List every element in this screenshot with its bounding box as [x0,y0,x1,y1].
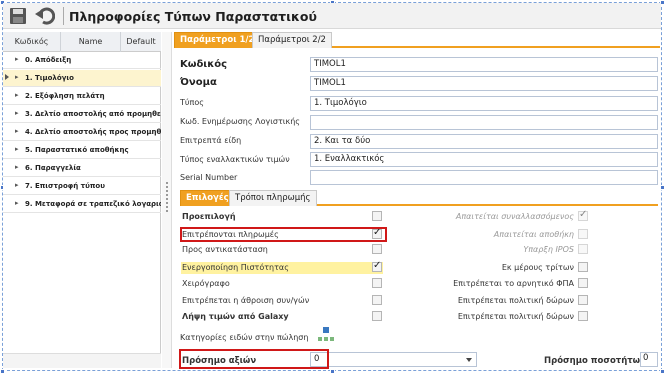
horizontal-scrollbar[interactable] [3,353,161,368]
grid-row-label: 0. Απόδειξη [25,56,72,64]
resize-handle[interactable] [660,369,665,374]
window-title: Πληροφορίες Τύπων Παραστατικού [69,9,317,24]
grid-row[interactable]: ▸ 0. Απόδειξη [3,52,161,69]
alt-price-type-field[interactable]: 1. Εναλλακτικός [310,152,658,167]
name-field[interactable]: TIMOL1 [310,76,658,91]
option-checkbox[interactable] [578,229,588,239]
option-checkbox[interactable] [578,244,588,254]
accounting-code-field[interactable] [310,115,658,130]
column-header-code[interactable]: Κωδικός [3,32,61,52]
categories-icon[interactable] [318,327,334,343]
column-header-default[interactable]: Default [121,32,161,52]
resize-handle[interactable] [660,185,665,190]
grid-row-label: 1. Τιμολόγιο [25,74,74,82]
expand-icon[interactable]: ▸ [15,163,19,171]
option-checkbox[interactable] [372,295,382,305]
grid-row[interactable]: ▸ 5. Παραστατικό αποθήκης [3,142,161,159]
option-label: Επιτρέπεται το αρνητικό ΦΠΑ [453,279,574,288]
name-label: Όνομα [180,77,217,88]
tab-parameters-1[interactable]: Παράμετροι 1/2 [174,32,261,48]
option-label: Απαιτείται συναλλασσόμενος [455,212,574,221]
highlight-box [180,227,387,242]
option-checkbox[interactable] [372,244,382,254]
option-checkbox[interactable] [372,311,382,321]
grid-row-label: 7. Επιστροφή τύπου [25,182,105,190]
grid-header: Κωδικός Name Default [3,32,161,52]
quantity-sign-value: 0 [643,353,649,363]
toolbar-separator [63,7,64,25]
expand-icon[interactable]: ▸ [15,145,19,153]
option-label: Επιτρέπεται η άθροιση συν/γών [182,296,310,305]
grid-row[interactable]: ▸ 9. Μεταφορά σε τραπεζικό λογαριασμό [3,196,161,213]
allowed-items-label: Επιτρεπτά είδη [180,136,242,145]
option-checkbox[interactable] [578,311,588,321]
option-label: Ενεργοποίηση Πιστότητας [182,263,289,272]
option-checkbox[interactable] [372,278,382,288]
option-checkbox[interactable] [578,262,588,272]
type-field[interactable]: 1. Τιμολόγιο [310,96,658,111]
alt-price-type-label: Τύπος εναλλακτικών τιμών [180,155,290,164]
code-field[interactable]: TIMOL1 [310,57,658,72]
tab-payment-methods[interactable]: Τρόποι πληρωμής [229,190,317,206]
grid-row-label: 2. Εξόφληση πελάτη [25,92,105,100]
grid-row[interactable]: ▸ 3. Δελτίο αποστολής από προμηθευτή [3,106,161,123]
grid-row-label: 6. Παραγγελία [25,164,81,172]
value-sign-dropdown[interactable]: 0 [310,352,477,367]
option-label: Επιτρέπεται πολιτική δώρων [457,312,574,321]
main-tabs: Παράμετροι 1/2 Παράμετροι 2/2 [174,32,660,48]
accounting-code-label: Κωδ. Ενημέρωσης Λογιστικής [180,117,300,126]
grid-row[interactable]: ▸ 4. Δελτίο αποστολής προς προμηθευτή [3,124,161,141]
title-bar: Πληροφορίες Τύπων Παραστατικού [3,3,661,29]
save-icon[interactable] [9,7,27,25]
grid-row-label: 9. Μεταφορά σε τραπεζικό λογαριασμό [25,200,161,208]
undo-icon[interactable] [35,7,56,25]
grid-row[interactable]: ▸ 2. Εξόφληση πελάτη [3,88,161,105]
grid-row-label: 3. Δελτίο αποστολής από προμηθευτή [25,110,161,118]
grid-row-label: 4. Δελτίο αποστολής προς προμηθευτή [25,128,161,136]
option-checkbox[interactable] [578,278,588,288]
grid-row[interactable]: ▸ 6. Παραγγελία [3,160,161,177]
option-label: Απαιτείται αποθήκη [493,230,574,239]
option-label: Επιτρέπεται πολιτική δώρων [457,296,574,305]
tab-parameters-2[interactable]: Παράμετροι 2/2 [252,32,332,48]
option-label: Χειρόγραφο [182,279,230,288]
highlight-box [179,349,329,369]
expand-icon[interactable]: ▸ [15,73,19,81]
grid-row[interactable]: ▸ 1. Τιμολόγιο [3,70,161,87]
serial-number-label: Serial Number [180,173,238,182]
option-checkbox[interactable] [372,260,382,272]
option-label: Εκ μέρους τρίτων [501,263,574,272]
tab-options[interactable]: Επιλογές [180,190,235,206]
option-label: Υπαρξη IPOS [523,245,574,254]
serial-number-field[interactable] [310,170,658,185]
allowed-items-field[interactable]: 2. Και τα δύο [310,134,658,149]
resize-handle[interactable] [330,369,335,374]
row-indicator-icon [5,74,9,80]
grid-row[interactable]: ▸ 7. Επιστροφή τύπου [3,178,161,195]
resize-handle[interactable] [0,369,5,374]
expand-icon[interactable]: ▸ [15,199,19,207]
splitter[interactable] [162,32,172,368]
document-types-grid: Κωδικός Name Default ▸ 0. Απόδειξη ▸ 1. Τιμ… [3,32,161,368]
option-label: Λήψη τιμών από Galaxy [182,312,289,321]
quantity-sign-label: Πρόσημο ποσοτήτων [544,356,646,366]
option-label: Προεπιλογή [182,212,236,221]
option-label: Προς αντικατάσταση [182,245,268,254]
grid-row-label: 5. Παραστατικό αποθήκης [25,146,129,154]
option-checkbox[interactable] [578,209,588,221]
expand-icon[interactable]: ▸ [15,127,19,135]
expand-icon[interactable]: ▸ [15,109,19,117]
option-checkbox[interactable] [578,295,588,305]
type-label: Τύπος [180,98,204,107]
expand-icon[interactable]: ▸ [15,91,19,99]
sub-tabs: Επιλογές Τρόποι πληρωμής [180,190,658,206]
categories-label: Κατηγορίες ειδών στην πώληση [180,333,309,342]
expand-icon[interactable]: ▸ [15,55,19,63]
quantity-sign-field[interactable]: 0 [640,352,658,367]
column-header-name[interactable]: Name [61,32,121,52]
code-label: Κωδικός [180,59,228,70]
expand-icon[interactable]: ▸ [15,181,19,189]
chevron-down-icon[interactable] [466,358,472,362]
option-checkbox[interactable] [372,211,382,221]
